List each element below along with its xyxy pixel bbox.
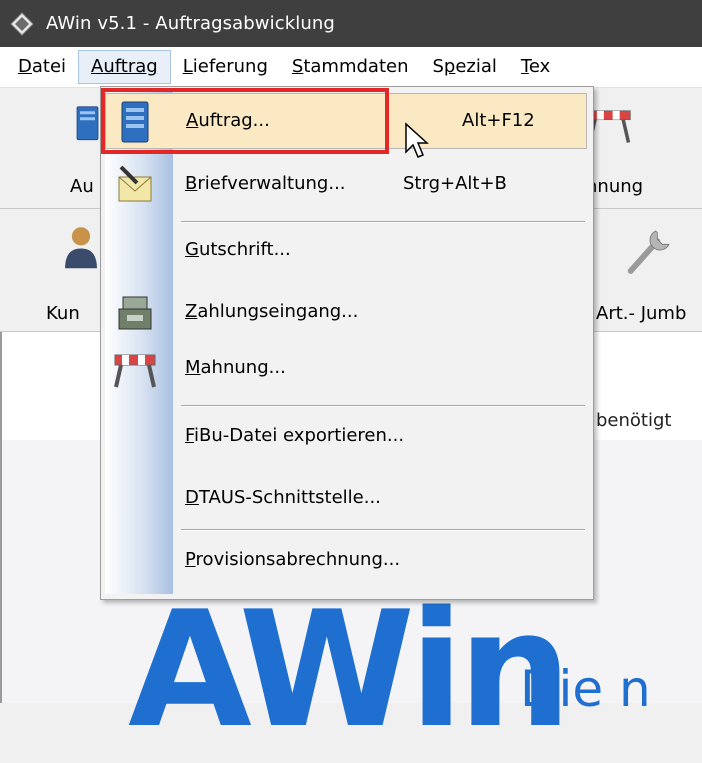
person-icon xyxy=(65,227,97,269)
menu-item-mahnung[interactable]: Mahnung... xyxy=(101,341,593,397)
menu-datei[interactable]: Datei xyxy=(0,50,78,84)
menu-item-auftrag-mnemonic: A xyxy=(186,110,199,131)
menu-item-provisionsabrechnung-text: rovisionsabrechnung... xyxy=(195,549,401,570)
menu-stammdaten[interactable]: Stammdaten xyxy=(280,50,421,84)
menu-lieferung[interactable]: Lieferung xyxy=(171,50,280,84)
toolbar-mahnung-label: nnung xyxy=(586,176,644,197)
mouse-cursor-icon xyxy=(405,122,429,158)
menu-item-fibu-export-mnemonic: F xyxy=(185,425,195,446)
envelope-pencil-icon xyxy=(118,165,152,202)
menu-item-auftrag-text: uftrag... xyxy=(198,110,270,131)
barrier-icon xyxy=(114,354,156,388)
menu-item-gutschrift-label: Gutschrift... xyxy=(185,239,291,260)
wrench-icon xyxy=(627,230,670,274)
menu-auftrag-label: uftrag xyxy=(103,56,158,77)
menu-item-briefverwaltung[interactable]: Briefverwaltung... Strg+Alt+B xyxy=(101,157,593,213)
menu-auftrag[interactable]: Auftrag xyxy=(78,50,171,84)
awin-logo: AWin xyxy=(128,576,572,763)
toolbar-auftrag-label: Au xyxy=(70,176,94,197)
menu-item-provisionsabrechnung[interactable]: Provisionsabrechnung... xyxy=(101,533,593,589)
app-icon xyxy=(10,11,34,36)
menu-item-fibu-export-label: FiBu-Datei exportieren... xyxy=(185,425,404,446)
menu-item-auftrag[interactable]: Auftrag... Alt+F12 xyxy=(105,93,587,149)
menu-datei-mnemonic: D xyxy=(18,56,32,77)
server-icon xyxy=(121,101,149,143)
menu-stammdaten-label: tammdaten xyxy=(303,56,409,77)
toolbar-kunden-label: Kun xyxy=(46,303,80,324)
menu-item-zahlungseingang-label: Zahlungseingang... xyxy=(185,301,358,322)
menu-item-dtaus-mnemonic: D xyxy=(185,487,199,508)
menu-spezial[interactable]: Spezial xyxy=(420,50,508,84)
menu-stammdaten-mnemonic: S xyxy=(291,56,304,77)
menu-text[interactable]: Tex xyxy=(509,50,562,84)
toolbar-kunden-button[interactable]: Kun xyxy=(46,215,100,324)
menu-item-gutschrift[interactable]: Gutschrift... xyxy=(101,223,593,279)
menu-item-dtaus[interactable]: DTAUS-Schnittstelle... xyxy=(101,471,593,527)
toolbar-auftrag-button[interactable]: Au xyxy=(60,94,100,198)
toolbar-artikel-jumbo-label: Art.- Jumb xyxy=(596,303,687,324)
menu-item-dtaus-text: TAUS-Schnittstelle... xyxy=(198,487,381,508)
menu-item-auftrag-shortcut: Alt+F12 xyxy=(462,110,535,131)
auftrag-dropdown-menu: Auftrag... Alt+F12 Briefverwaltung... St… xyxy=(100,86,594,600)
menu-item-zahlungseingang[interactable]: Zahlungseingang... xyxy=(101,285,593,341)
slogan-text: Die n xyxy=(520,660,651,718)
menu-item-fibu-export-text: iBu-Datei exportieren... xyxy=(194,425,405,446)
menu-item-mahnung-mnemonic: M xyxy=(185,357,201,378)
menu-item-provisionsabrechnung-label: Provisionsabrechnung... xyxy=(185,549,400,570)
menu-item-fibu-export[interactable]: FiBu-Datei exportieren... xyxy=(101,409,593,465)
menu-spezial-label: ezial xyxy=(455,56,497,77)
title-bar: AWin v5.1 - Auftragsabwicklung xyxy=(0,0,702,47)
menu-item-briefverwaltung-text: riefverwaltung... xyxy=(197,173,346,194)
menu-item-mahnung-text: ahnung... xyxy=(200,357,286,378)
menu-lieferung-label: ieferung xyxy=(192,56,268,77)
menu-separator xyxy=(181,405,585,407)
content-text: benötigt xyxy=(596,410,672,431)
menu-item-briefverwaltung-shortcut: Strg+Alt+B xyxy=(403,173,507,194)
menu-item-zahlungseingang-text: ahlungseingang... xyxy=(197,301,359,322)
menu-item-gutschrift-mnemonic: G xyxy=(185,239,199,260)
menu-separator xyxy=(181,529,585,531)
menu-item-provisionsabrechnung-mnemonic: P xyxy=(185,549,196,570)
menu-item-dtaus-label: DTAUS-Schnittstelle... xyxy=(185,487,381,508)
menu-item-zahlungseingang-mnemonic: Z xyxy=(185,301,198,322)
toolbar-mahnung-button[interactable]: nnung xyxy=(586,94,702,198)
menu-item-briefverwaltung-mnemonic: B xyxy=(185,173,198,194)
menu-spezial-pre: S xyxy=(432,56,444,77)
barrier-icon xyxy=(588,110,631,143)
menu-lieferung-mnemonic: L xyxy=(182,56,193,77)
menu-item-mahnung-label: Mahnung... xyxy=(185,357,286,378)
menu-auftrag-mnemonic: A xyxy=(91,56,104,77)
menu-bar: Datei Auftrag Lieferung Stammdaten Spezi… xyxy=(0,47,702,88)
menu-item-auftrag-label: Auftrag... xyxy=(186,110,270,131)
window-title: AWin v5.1 - Auftragsabwicklung xyxy=(46,13,335,34)
menu-item-gutschrift-text: utschrift... xyxy=(198,239,291,260)
toolbar-artikel-jumbo-button[interactable]: Art.- Jumb xyxy=(596,215,702,324)
menu-item-briefverwaltung-label: Briefverwaltung... xyxy=(185,173,346,194)
cash-register-icon xyxy=(118,296,152,330)
menu-text-label: ex xyxy=(528,56,551,77)
menu-datei-label: atei xyxy=(31,56,67,77)
menu-text-mnemonic: T xyxy=(520,56,529,77)
menu-spezial-mnemonic: p xyxy=(443,56,456,77)
